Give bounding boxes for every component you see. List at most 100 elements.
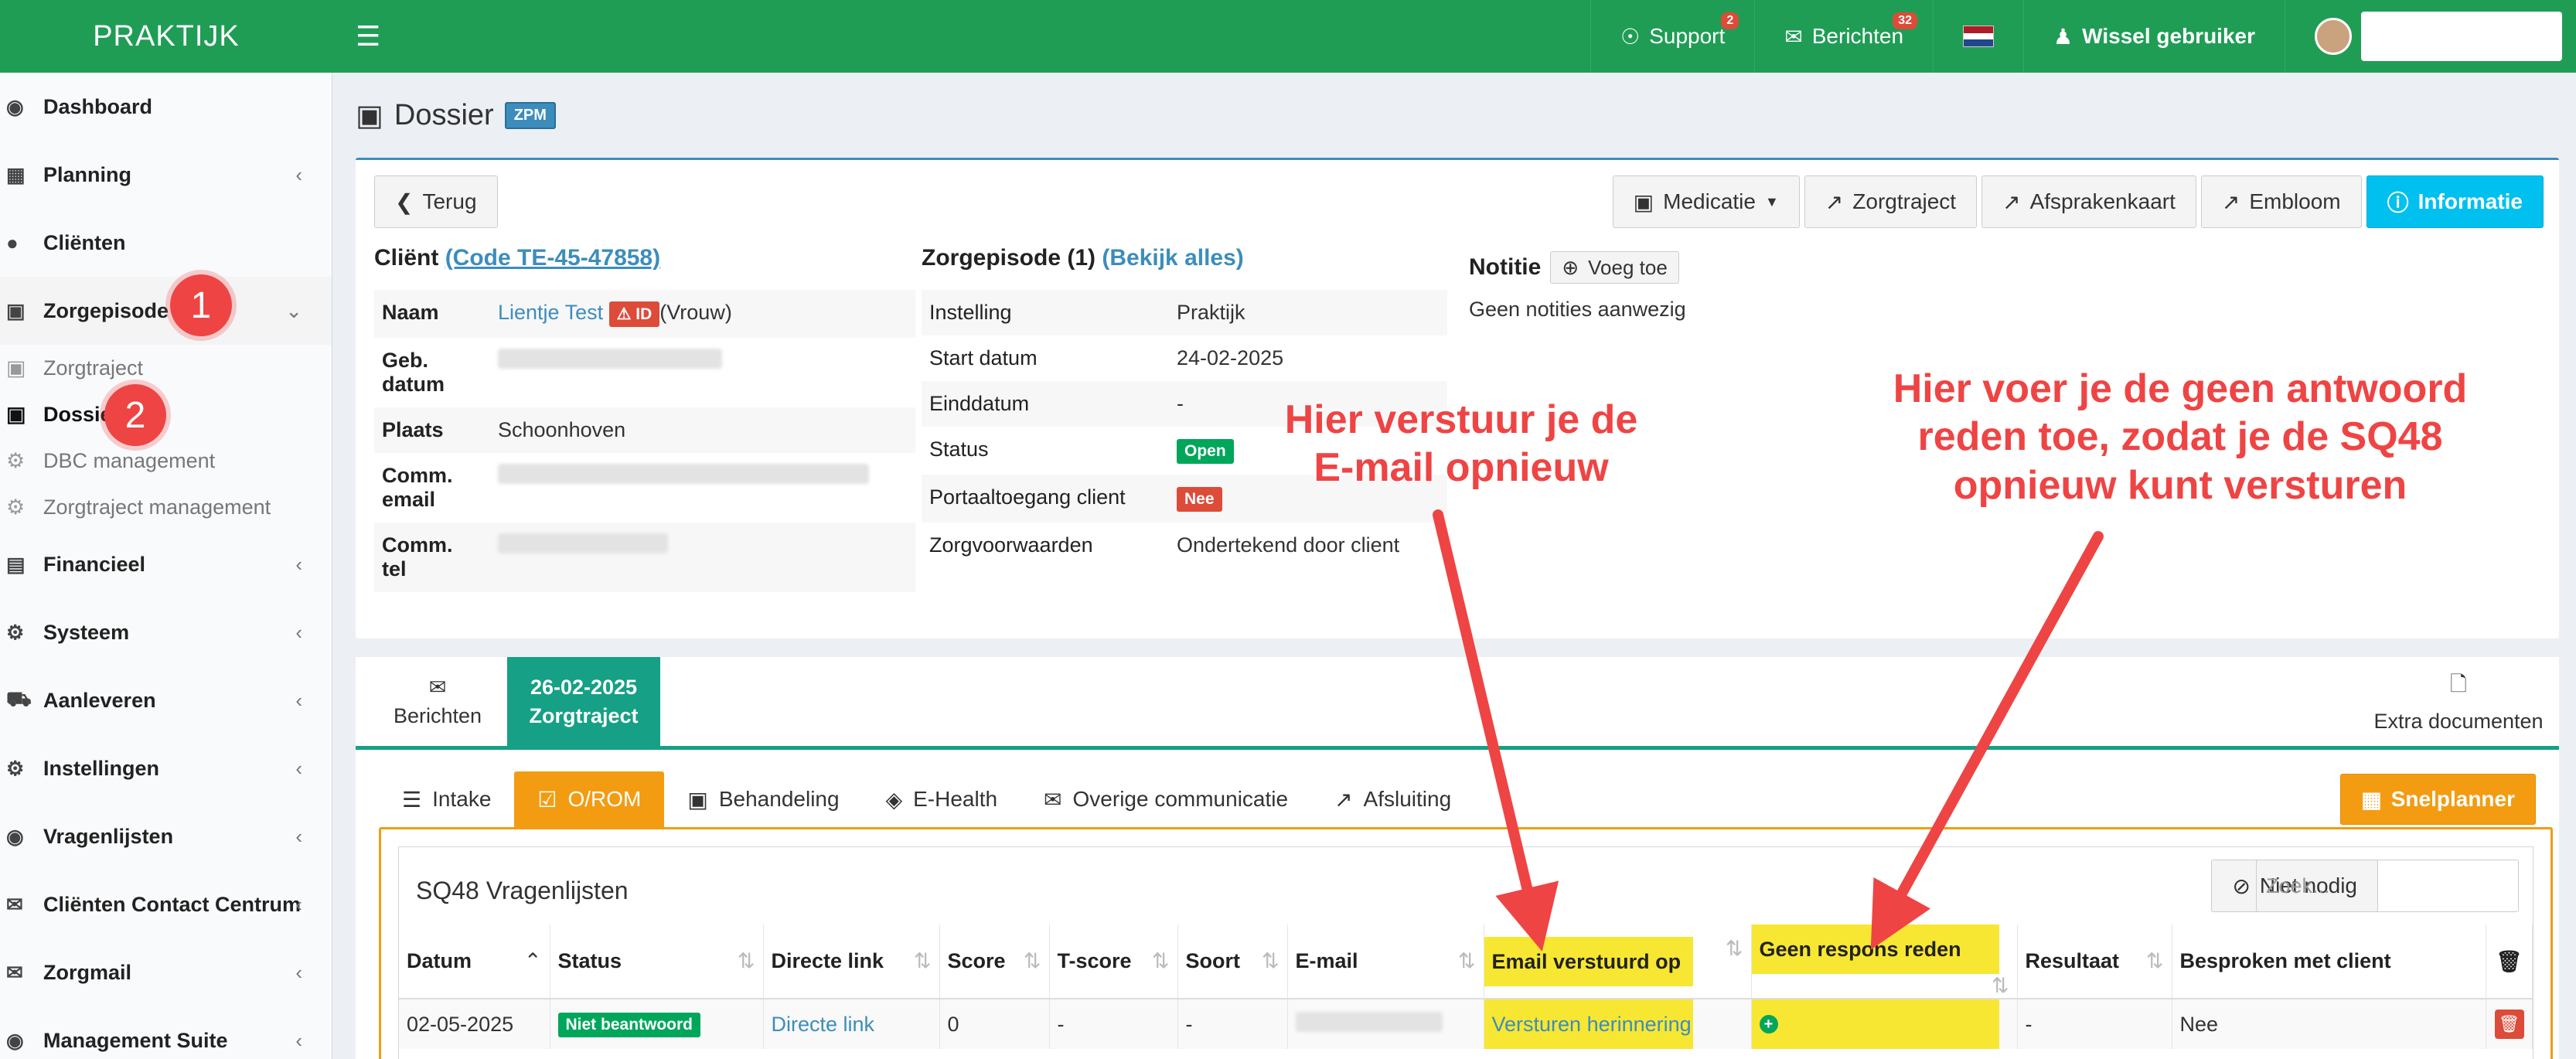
embloom-button[interactable]: ↗ Embloom — [2200, 175, 2362, 228]
support-link[interactable]: ☉ Support 2 — [1590, 0, 1754, 73]
external-link-icon: ↗ — [2002, 189, 2021, 214]
col-datum[interactable]: Datum ⌃ — [399, 924, 550, 999]
informatie-button[interactable]: ⓘ Informatie — [2366, 175, 2544, 228]
view-all-link[interactable]: (Bekijk alles) — [1102, 245, 1243, 271]
notes-heading: Notitie ⊕ Voeg toe — [1469, 251, 2010, 284]
page-title-text: Dossier — [394, 98, 494, 131]
col-geen-respons[interactable]: Geen respons reden ⇅ — [1751, 924, 2018, 999]
add-reason-icon[interactable]: + — [1759, 1015, 1778, 1033]
back-button[interactable]: ❮ Terug — [374, 175, 498, 228]
subtab-intake[interactable]: ☰ Intake — [379, 771, 514, 827]
column-label: Status — [557, 949, 622, 972]
col-email-verstuurd[interactable]: Email verstuurd op ⇅ — [1484, 924, 1752, 999]
switch-user-label: Wissel gebruiker — [2082, 24, 2255, 48]
column-label: Soort — [1185, 949, 1241, 972]
envelope-icon: ✉ — [1784, 24, 1803, 49]
cell-resultaat: - — [2017, 999, 2172, 1049]
subtab-behandeling[interactable]: ▣ Behandeling — [664, 771, 862, 827]
row-key: Zorgvoorwaarden — [929, 533, 1093, 557]
user-menu[interactable] — [2285, 0, 2576, 73]
zorgtraject-button[interactable]: ↗ Zorgtraject — [1804, 175, 1978, 228]
sidebar-item-planning[interactable]: ▦ Planning ‹ — [0, 141, 332, 209]
sidebar-item-instellingen[interactable]: ⚙ Instellingen ‹ — [0, 734, 332, 802]
sort-icon: ⇅ — [1991, 974, 2009, 997]
row-value: Ondertekend door client — [1177, 533, 1400, 557]
sidebar-item-zorgmail[interactable]: ✉ Zorgmail ‹ — [0, 938, 332, 1006]
blurred-email — [1295, 1011, 1443, 1032]
sidebar-item-systeem[interactable]: ⚙ Systeem ‹ — [0, 598, 332, 666]
sidebar-item-dashboard[interactable]: ◉ Dashboard — [0, 73, 332, 141]
row-key: Plaats — [374, 407, 490, 453]
language-flag[interactable] — [1933, 0, 2023, 73]
col-email[interactable]: E-mail ⇅ — [1287, 924, 1484, 999]
directe-link[interactable]: Directe link — [772, 1013, 875, 1036]
snelplanner-button[interactable]: ▦ Snelplanner — [2340, 774, 2536, 825]
col-tscore[interactable]: T-score ⇅ — [1049, 924, 1178, 999]
annotation-no-response-reason: Hier voer je de geen antwoord reden toe,… — [1893, 366, 2469, 509]
col-soort[interactable]: Soort ⇅ — [1177, 924, 1288, 999]
row-key: Geb. datum — [382, 349, 445, 396]
sidebar-item-aanleveren[interactable]: ⛟ Aanleveren ‹ — [0, 666, 332, 734]
client-name-link[interactable]: Lientje Test — [498, 301, 603, 324]
orom-panel: SQ48 Vragenlijsten ⊘ Niet nodig Zoek... D… — [379, 827, 2553, 1059]
subtab-afsluiting[interactable]: ↗ Afsluiting — [1311, 771, 1474, 827]
delete-button[interactable]: 🗑 — [2494, 1010, 2524, 1039]
trash-icon: 🗑 — [2496, 949, 2523, 973]
cell-score: 0 — [939, 999, 1050, 1049]
sq48-box: SQ48 Vragenlijsten ⊘ Niet nodig Zoek... D… — [398, 846, 2533, 1059]
brand-logo[interactable]: PRAKTIJK — [0, 20, 332, 53]
col-besproken[interactable]: Besproken met client — [2172, 924, 2486, 999]
sort-icon: ⇅ — [2145, 949, 2164, 972]
medicatie-dropdown[interactable]: ▣ Medicatie ▼ — [1612, 175, 1800, 228]
sidebar-item-financieel[interactable]: ▤ Financieel ‹ — [0, 530, 332, 598]
tab-berichten[interactable]: ✉ Berichten — [368, 657, 507, 746]
col-score[interactable]: Score ⇅ — [939, 924, 1050, 999]
row-value — [490, 338, 915, 407]
sort-up-icon: ⌃ — [523, 949, 542, 972]
subtab-ehealth[interactable]: ◈ E-Health — [863, 771, 1021, 827]
column-label: Score — [947, 949, 1006, 972]
tab-zorgtraject[interactable]: 26-02-2025 Zorgtraject — [507, 657, 660, 746]
switch-user-link[interactable]: ♟ Wissel gebruiker — [2023, 0, 2285, 73]
add-note-button[interactable]: ⊕ Voeg toe — [1550, 251, 1679, 284]
tab-label: Zorgtraject — [529, 703, 639, 727]
menu-toggle-icon[interactable]: ☰ — [356, 20, 380, 53]
user-name-box — [2361, 12, 2562, 61]
cell-status: Niet beantwoord — [550, 999, 764, 1049]
tab-extra-documenten[interactable]: 🗋 Extra documenten — [2358, 657, 2559, 746]
chevron-left-icon: ‹ — [295, 824, 302, 848]
sidebar-subitem-zorgtraject-management[interactable]: ⚙ Zorgtraject management — [0, 484, 332, 530]
subtab-label: Intake — [432, 787, 492, 811]
col-status[interactable]: Status ⇅ — [550, 924, 764, 999]
table-row: 02-05-2025 Niet beantwoord Directe link … — [399, 999, 2533, 1049]
blurred-value — [498, 464, 869, 484]
cell-datum: 02-05-2025 — [399, 999, 550, 1049]
notes-empty-text: Geen notities aanwezig — [1469, 298, 1686, 321]
sidebar-subitem-label: DBC management — [43, 448, 216, 472]
col-resultaat[interactable]: Resultaat ⇅ — [2017, 924, 2172, 999]
sidebar-subitem-zorgtraject[interactable]: ▣ Zorgtraject — [0, 345, 332, 391]
sidebar-item-contact-centrum[interactable]: ✉ Cliënten Contact Centrum ‹ — [0, 870, 332, 938]
sidebar-item-vragenlijsten[interactable]: ◉ Vragenlijsten ‹ — [0, 802, 332, 870]
sidebar-item-zorgepisode[interactable]: ▣ Zorgepisode ⌄ — [0, 277, 332, 345]
table-row: Start datum 24-02-2025 — [922, 335, 1447, 381]
annotation-resend-email: Hier verstuur je de E-mail opnieuw — [1284, 397, 1639, 491]
messages-link[interactable]: ✉ Berichten 32 — [1754, 0, 1933, 73]
row-value: Schoonhoven — [490, 407, 915, 453]
subtab-label: Overige communicatie — [1072, 787, 1289, 811]
send-reminder-link[interactable]: Versturen herinnering — [1484, 999, 1693, 1049]
afsprakenkaart-button[interactable]: ↗ Afsprakenkaart — [1981, 175, 2196, 228]
column-label-highlighted: Geen respons reden — [1751, 924, 1999, 974]
cell-email — [1287, 999, 1484, 1049]
sq48-title: SQ48 Vragenlijsten — [416, 877, 629, 904]
subtab-overige-communicatie[interactable]: ✉ Overige communicatie — [1021, 771, 1311, 827]
sidebar-item-management-suite[interactable]: ◉ Management Suite ‹ — [0, 1006, 332, 1059]
client-code-link[interactable]: (Code TE-45-47858) — [445, 245, 660, 271]
search-input[interactable]: Zoek... — [2256, 860, 2519, 912]
subtab-orom[interactable]: ☑ O/ROM — [514, 771, 665, 827]
sidebar-subitem-dbc[interactable]: ⚙ DBC management — [0, 438, 332, 484]
col-directe-link[interactable]: Directe link ⇅ — [763, 924, 940, 999]
sidebar-item-clienten[interactable]: ● Cliënten — [0, 209, 332, 277]
file-icon: 🗋 — [2450, 673, 2467, 696]
lower-panel: ✉ Berichten 26-02-2025 Zorgtraject 🗋 Ext… — [356, 657, 2559, 1059]
